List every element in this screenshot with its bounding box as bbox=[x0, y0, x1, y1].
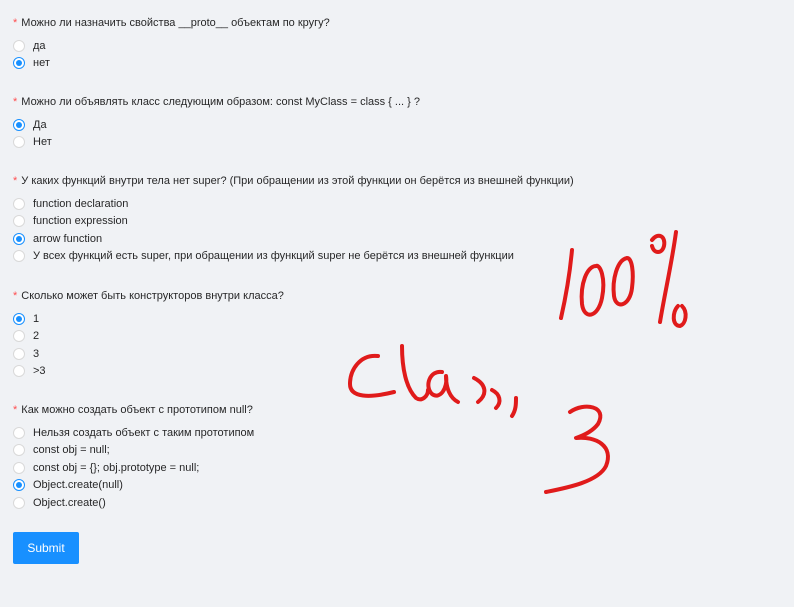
handwriting-stroke bbox=[348, 353, 396, 398]
handwriting-stroke bbox=[671, 304, 688, 328]
handwritten-annotation bbox=[348, 230, 688, 494]
handwriting-stroke bbox=[579, 263, 606, 317]
handwriting-stroke bbox=[510, 396, 518, 418]
handwriting-stroke bbox=[472, 376, 487, 404]
handwriting-stroke bbox=[650, 233, 667, 254]
handwriting-stroke bbox=[559, 248, 574, 320]
handwriting-stroke bbox=[611, 256, 635, 307]
handwriting-stroke bbox=[490, 388, 502, 410]
handwriting-stroke bbox=[544, 404, 610, 494]
handwriting-stroke bbox=[426, 369, 460, 404]
handwriting-stroke bbox=[400, 344, 430, 402]
